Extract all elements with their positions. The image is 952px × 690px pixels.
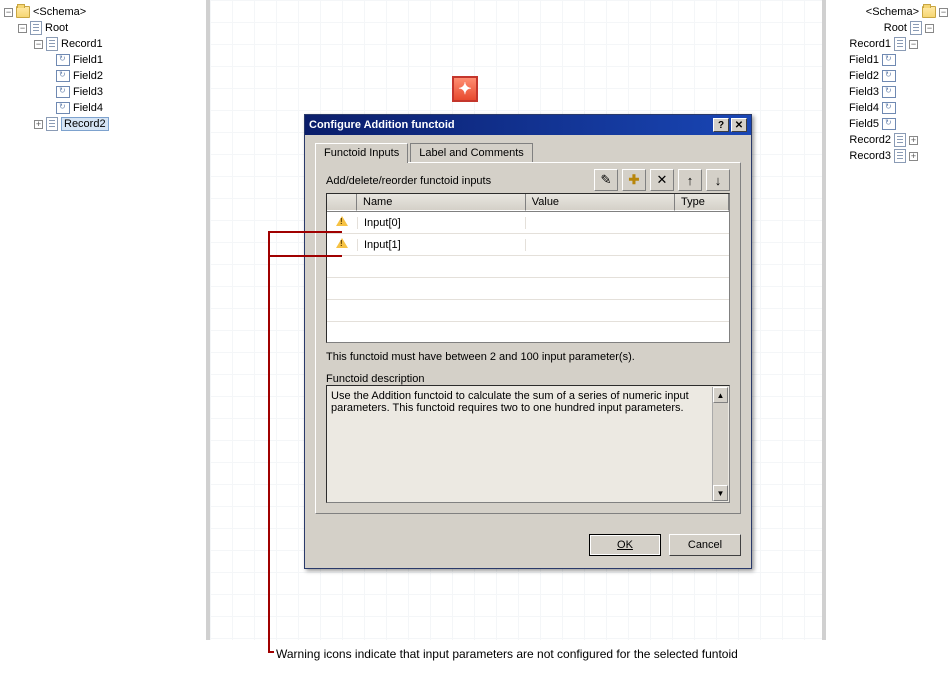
- record-icon: [894, 133, 906, 147]
- dialog-title: Configure Addition functoid: [309, 119, 455, 131]
- field-node-label[interactable]: Field1: [73, 54, 103, 66]
- record-node-label[interactable]: Record3: [849, 150, 891, 162]
- edit-input-button[interactable]: ✎: [594, 169, 618, 191]
- expand-toggle[interactable]: +: [34, 120, 43, 129]
- parameter-hint: This functoid must have between 2 and 10…: [326, 351, 730, 363]
- input-name: Input[0]: [357, 217, 526, 229]
- field-node-label[interactable]: Field5: [849, 118, 879, 130]
- configure-functoid-dialog: Configure Addition functoid ? ✕ Functoid…: [304, 114, 752, 569]
- expand-toggle[interactable]: +: [909, 136, 918, 145]
- field-node-label[interactable]: Field3: [849, 86, 879, 98]
- close-button[interactable]: ✕: [731, 118, 747, 132]
- scroll-up-icon[interactable]: ▲: [713, 387, 728, 403]
- warning-icon: [336, 238, 348, 248]
- input-row[interactable]: Input[0]: [327, 212, 729, 234]
- expand-toggle[interactable]: −: [4, 8, 13, 17]
- root-node-label[interactable]: Root: [884, 22, 907, 34]
- tab-functoid-inputs[interactable]: Functoid Inputs: [315, 143, 408, 163]
- field-icon: [56, 86, 70, 98]
- field-node-label[interactable]: Field1: [849, 54, 879, 66]
- inputs-grid[interactable]: Name Value Type Input[0] Input[1]: [326, 193, 730, 343]
- record-node-label[interactable]: Record1: [849, 38, 891, 50]
- col-type[interactable]: Type: [675, 194, 729, 211]
- field-icon: [882, 102, 896, 114]
- warning-icon: [336, 216, 348, 226]
- record-icon: [894, 37, 906, 51]
- record-icon: [46, 117, 58, 131]
- add-input-button[interactable]: ✚: [622, 169, 646, 191]
- record-node-label[interactable]: Record2: [849, 134, 891, 146]
- field-icon: [882, 86, 896, 98]
- source-schema-tree[interactable]: − <Schema> − Root − Record1 Field1 Field…: [4, 4, 204, 132]
- description-textarea[interactable]: Use the Addition functoid to calculate t…: [326, 385, 730, 503]
- callout-line: [268, 651, 274, 653]
- col-name[interactable]: Name: [357, 194, 526, 211]
- tab-label-comments[interactable]: Label and Comments: [410, 143, 533, 162]
- expand-toggle[interactable]: −: [925, 24, 934, 33]
- destination-schema-tree[interactable]: − <Schema> − Root − Record1 Field1 Field…: [828, 4, 948, 164]
- addition-functoid[interactable]: ✦: [452, 76, 478, 102]
- scroll-down-icon[interactable]: ▼: [713, 485, 728, 501]
- record-icon: [46, 37, 58, 51]
- expand-toggle[interactable]: +: [909, 152, 918, 161]
- expand-toggle[interactable]: −: [18, 24, 27, 33]
- schema-node-label[interactable]: <Schema>: [33, 6, 86, 18]
- callout-caption: Warning icons indicate that input parame…: [276, 646, 746, 663]
- callout-line: [268, 255, 342, 257]
- record-node-label[interactable]: Record1: [61, 38, 103, 50]
- scrollbar[interactable]: ▲ ▼: [712, 387, 728, 501]
- document-icon: [30, 21, 42, 35]
- expand-toggle[interactable]: −: [939, 8, 948, 17]
- record-icon: [894, 149, 906, 163]
- field-node-label[interactable]: Field3: [73, 86, 103, 98]
- field-icon: [882, 70, 896, 82]
- input-name: Input[1]: [357, 239, 526, 251]
- callout-line: [268, 231, 342, 233]
- expand-toggle[interactable]: −: [34, 40, 43, 49]
- folder-icon: [922, 6, 936, 18]
- field-icon: [56, 102, 70, 114]
- folder-icon: [16, 6, 30, 18]
- delete-input-button[interactable]: ✕: [650, 169, 674, 191]
- root-node-label[interactable]: Root: [45, 22, 68, 34]
- field-node-label[interactable]: Field4: [73, 102, 103, 114]
- document-icon: [910, 21, 922, 35]
- field-icon: [56, 54, 70, 66]
- canvas-left-edge: [206, 0, 210, 640]
- dialog-titlebar[interactable]: Configure Addition functoid ? ✕: [305, 115, 751, 135]
- description-label: Functoid description: [326, 373, 730, 385]
- description-text: Use the Addition functoid to calculate t…: [331, 390, 689, 414]
- schema-node-label[interactable]: <Schema>: [866, 6, 919, 18]
- move-down-button[interactable]: ↓: [706, 169, 730, 191]
- field-node-label[interactable]: Field2: [849, 70, 879, 82]
- col-value[interactable]: Value: [526, 194, 675, 211]
- field-icon: [882, 54, 896, 66]
- col-icon[interactable]: [327, 194, 357, 211]
- expand-toggle[interactable]: −: [909, 40, 918, 49]
- move-up-button[interactable]: ↑: [678, 169, 702, 191]
- field-icon: [882, 118, 896, 130]
- cancel-button[interactable]: Cancel: [669, 534, 741, 556]
- field-node-label[interactable]: Field2: [73, 70, 103, 82]
- field-icon: [56, 70, 70, 82]
- canvas-right-edge: [822, 0, 826, 640]
- help-button[interactable]: ?: [713, 118, 729, 132]
- field-node-label[interactable]: Field4: [849, 102, 879, 114]
- record-node-label[interactable]: Record2: [61, 117, 109, 131]
- ok-button[interactable]: OK: [589, 534, 661, 556]
- input-row[interactable]: Input[1]: [327, 234, 729, 256]
- callout-line: [268, 231, 270, 651]
